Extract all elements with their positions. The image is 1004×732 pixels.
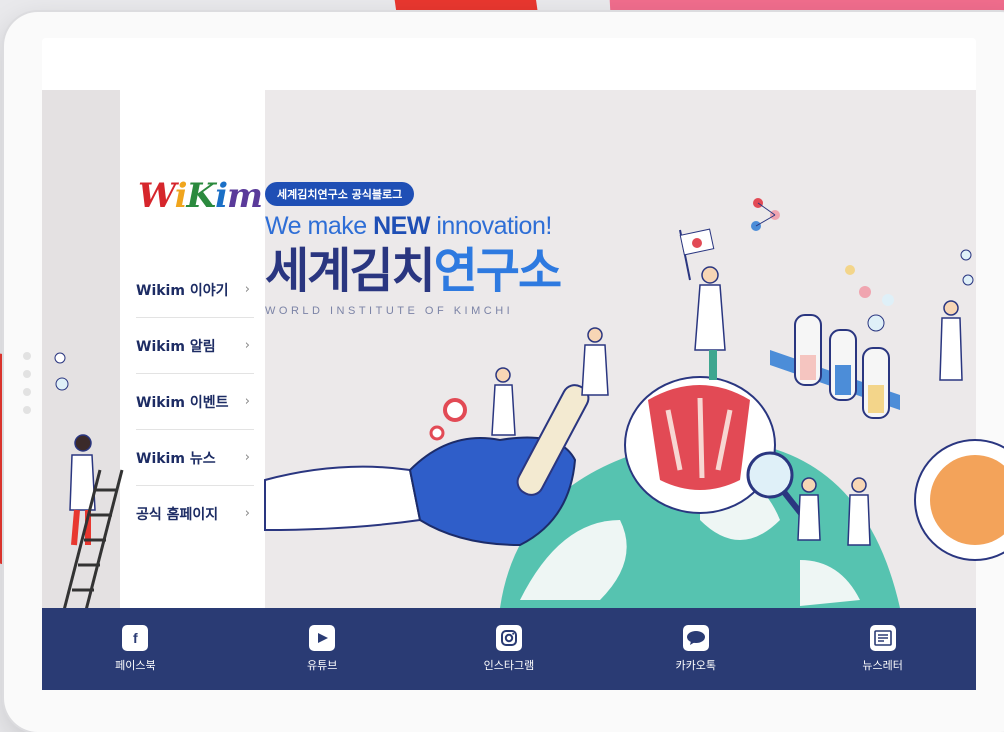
hero-text: 세계김치연구소 공식블로그 We make NEW innovation! 세계… <box>265 182 562 317</box>
sidebar-item-label: Wikim 뉴스 <box>136 450 216 467</box>
chevron-right-icon: › <box>244 450 250 465</box>
kakaotalk-icon <box>682 625 709 651</box>
footer-label: 유튜브 <box>307 659 338 672</box>
left-strip <box>42 90 120 608</box>
title-part1: 세계김치 <box>265 243 436 299</box>
footer-item-youtube[interactable]: 유튜브 <box>267 625 377 673</box>
sidebar-item-label: Wikim 이야기 <box>136 282 229 299</box>
tagline: We make NEW innovation! <box>265 212 560 241</box>
sidebar-item-story[interactable]: Wikim 이야기 › <box>136 262 254 318</box>
wikim-logo[interactable]: WiKim <box>138 176 263 216</box>
footer-label: 카카오톡 <box>675 659 717 672</box>
chevron-right-icon: › <box>244 506 250 521</box>
tablet-screen: WiKim Wikim 이야기 › Wikim 알림 › Wikim 이벤트 ›… <box>42 38 976 690</box>
chevron-right-icon: › <box>244 338 250 353</box>
sidebar-item-event[interactable]: Wikim 이벤트 › <box>136 374 254 430</box>
sidebar-item-label: 공식 홈페이지 <box>136 506 219 523</box>
footer-label: 뉴스레터 <box>862 659 903 672</box>
footer-label: 인스타그램 <box>483 659 535 672</box>
tagline-suffix: innovation! <box>436 212 552 240</box>
sidebar-item-homepage[interactable]: 공식 홈페이지 › <box>136 486 254 541</box>
page-title: 세계김치연구소 <box>265 243 562 299</box>
youtube-icon <box>309 625 336 651</box>
chevron-right-icon: › <box>244 394 250 409</box>
footer-item-newsletter[interactable]: 뉴스레터 <box>828 625 938 673</box>
tagline-prefix: We make <box>265 212 367 240</box>
tagline-emphasis: NEW <box>373 212 430 240</box>
title-part2: 연구소 <box>433 243 562 299</box>
newsletter-icon <box>869 625 896 651</box>
sidebar-item-news[interactable]: Wikim 뉴스 › <box>136 430 254 486</box>
footer-item-facebook[interactable]: f 페이스북 <box>80 625 190 673</box>
footer-item-instagram[interactable]: 인스타그램 <box>454 625 564 673</box>
sidebar: WiKim Wikim 이야기 › Wikim 알림 › Wikim 이벤트 ›… <box>120 90 265 608</box>
chevron-right-icon: › <box>244 282 250 297</box>
facebook-icon: f <box>122 625 149 651</box>
page-subtitle: WORLD INSTITUTE OF KIMCHI <box>265 305 514 317</box>
sidebar-item-notice[interactable]: Wikim 알림 › <box>136 318 254 374</box>
sidebar-item-label: Wikim 이벤트 <box>136 394 229 411</box>
sidebar-item-label: Wikim 알림 <box>136 338 216 355</box>
footer-label: 페이스북 <box>115 659 156 672</box>
blog-tag: 세계김치연구소 공식블로그 <box>265 182 415 206</box>
sidebar-menu: Wikim 이야기 › Wikim 알림 › Wikim 이벤트 › Wikim… <box>136 262 254 541</box>
footer-item-kakaotalk[interactable]: 카카오톡 <box>641 625 751 673</box>
tablet-camera-dots <box>22 342 32 424</box>
instagram-icon <box>495 625 522 651</box>
social-footer: f 페이스북 유튜브 인스타그램 카카오톡 뉴스레터 <box>42 608 976 690</box>
